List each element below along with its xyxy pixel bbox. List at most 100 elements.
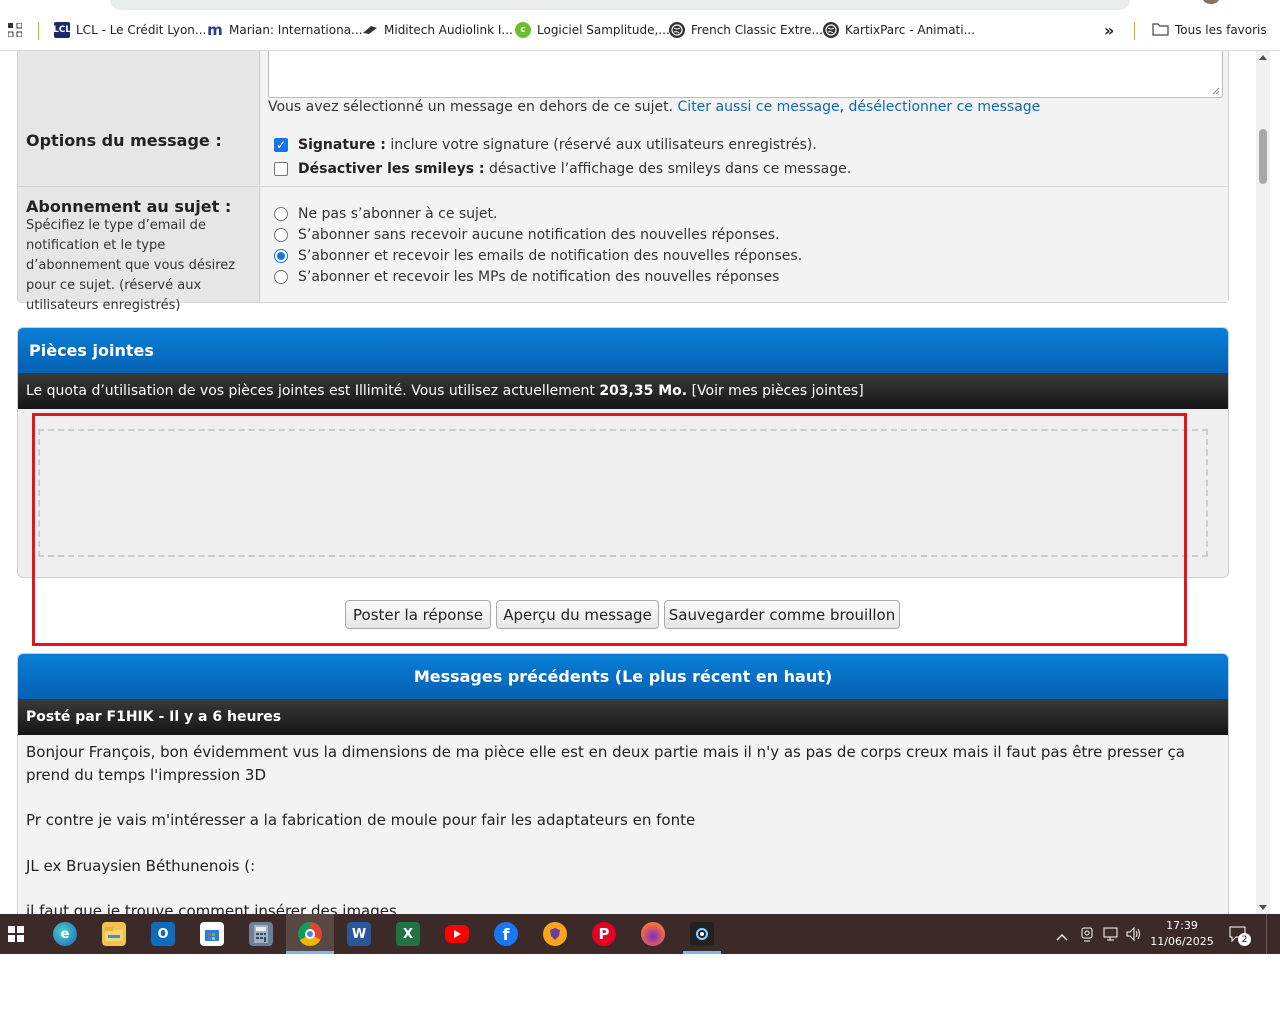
word-icon[interactable]: W: [347, 922, 371, 946]
chrome-icon[interactable]: [298, 922, 322, 946]
bookmark-label: KartixParc - Animati...: [845, 23, 976, 37]
selected-note-text: Vous avez sélectionné un message en deho…: [268, 99, 674, 115]
smileys-option: Désactiver les smileys : désactive l’aff…: [268, 157, 1221, 181]
all-favorites-folder[interactable]: Tous les favoris: [1152, 21, 1267, 39]
signature-description: inclure votre signature (réservé aux uti…: [390, 137, 817, 153]
view-attachments-link[interactable]: [Voir mes pièces jointes]: [692, 383, 864, 399]
outlook-icon[interactable]: O: [151, 922, 175, 946]
firefox-icon[interactable]: [641, 922, 665, 946]
browser-top-strip: [0, 0, 1280, 12]
chevron-double-right-icon: »: [1104, 20, 1115, 40]
post-paragraph: JL ex Bruaysien Béthunenois (:: [26, 857, 256, 875]
store-icon[interactable]: [200, 922, 224, 946]
bookmark-marian[interactable]: m Marian: Internationa...: [207, 21, 363, 39]
bookmark-lcl[interactable]: LCL LCL - Le Crédit Lyon...: [53, 21, 206, 39]
message-options-row: Options du message : Signature : inclure…: [17, 123, 1229, 187]
bookmark-label: Marian: Internationa...: [229, 23, 363, 37]
volume-icon[interactable]: [1126, 926, 1142, 946]
bookmark-label: Tous les favoris: [1175, 23, 1267, 37]
page-scrollbar[interactable]: [1256, 51, 1270, 914]
calculator-icon[interactable]: [249, 922, 273, 946]
subscription-label: Abonnement au sujet :: [26, 197, 232, 216]
message-textarea[interactable]: [268, 51, 1223, 98]
samplitude-icon: c: [515, 22, 531, 38]
youtube-icon[interactable]: [445, 925, 469, 943]
bookmarks-separator: [1134, 22, 1135, 40]
smileys-checkbox[interactable]: [274, 162, 288, 176]
bookmark-label: Miditech Audiolink I...: [384, 23, 513, 37]
subscription-option-label: S’abonner et recevoir les MPs de notific…: [298, 268, 780, 285]
miditech-icon: [362, 22, 378, 38]
subscription-option: S’abonner sans recevoir aucune notificat…: [268, 224, 1221, 245]
file-explorer-icon[interactable]: [102, 922, 126, 946]
options-value-cell: Signature : inclure votre signature (rés…: [261, 123, 1228, 186]
pinterest-icon[interactable]: P: [592, 922, 616, 946]
excel-icon[interactable]: X: [396, 922, 420, 946]
quota-text: Le quota d’utilisation de vos pièces joi…: [26, 383, 595, 399]
chrome-center-dot: [305, 929, 315, 939]
subscription-value-cell: Ne pas s’abonner à ce sujet. S’abonner s…: [261, 187, 1228, 302]
address-bar[interactable]: [110, 0, 1130, 10]
options-label-cell: Options du message :: [18, 123, 260, 186]
bookmark-french-classic[interactable]: French Classic Extre...: [669, 21, 823, 39]
subscription-radio-none[interactable]: [274, 206, 288, 221]
bookmark-kartixparc[interactable]: KartixParc - Animati...: [823, 21, 975, 39]
more-bookmarks-button[interactable]: »: [1104, 20, 1115, 40]
subscription-help: Spécifiez le type d’email de notificatio…: [26, 218, 236, 313]
facebook-icon[interactable]: f: [494, 922, 518, 946]
previous-messages-title: Messages précédents (Le plus récent en h…: [413, 667, 833, 686]
camera-icon[interactable]: [1080, 926, 1094, 946]
subscription-option: Ne pas s’abonner à ce sujet.: [268, 203, 1221, 224]
active-app-indicator: [683, 951, 721, 954]
message-value-cell: Vous avez sélectionné un message en deho…: [261, 51, 1228, 123]
lcl-icon: LCL: [53, 22, 71, 38]
bookmarks-bar: LCL LCL - Le Crédit Lyon... m Marian: In…: [0, 12, 1280, 51]
message-label-cell: [18, 51, 260, 123]
apps-grid-icon[interactable]: [8, 21, 22, 39]
scroll-up-icon[interactable]: [1259, 55, 1267, 60]
message-row: Vous avez sélectionné un message en deho…: [17, 51, 1229, 124]
taskbar: e O W X f P 17:39 11/06/2025 2: [0, 914, 1280, 954]
previous-messages-header: Messages précédents (Le plus récent en h…: [18, 654, 1228, 699]
page-content: Vous avez sélectionné un message en deho…: [0, 51, 1256, 914]
clock[interactable]: 17:39 11/06/2025: [1150, 918, 1214, 950]
subscription-option-label: Ne pas s’abonner à ce sujet.: [298, 205, 498, 222]
subscription-radio-email[interactable]: [274, 248, 288, 263]
brave-icon[interactable]: [543, 922, 567, 946]
signature-checkbox[interactable]: [274, 138, 288, 152]
profile-avatar[interactable]: [1203, 0, 1219, 4]
network-icon[interactable]: [1103, 926, 1119, 946]
bookmark-label: French Classic Extre...: [691, 23, 823, 37]
comma-text: ,: [839, 99, 845, 115]
post-paragraph: Pr contre je vais m'intéresser a la fabr…: [26, 811, 696, 829]
bookmark-miditech[interactable]: Miditech Audiolink I...: [362, 21, 513, 39]
edge-icon[interactable]: e: [53, 922, 77, 946]
marian-icon: m: [207, 21, 223, 39]
bookmark-samplitude[interactable]: c Logiciel Samplitude,...: [515, 21, 670, 39]
clock-date: 11/06/2025: [1150, 935, 1214, 948]
notification-count-badge: 2: [1238, 933, 1251, 946]
show-desktop-edge[interactable]: [1266, 914, 1267, 954]
subscription-option: S’abonner et recevoir les MPs de notific…: [268, 266, 1221, 287]
subscription-label-cell: Abonnement au sujet : Spécifiez le type …: [18, 187, 260, 313]
quote-message-link[interactable]: Citer aussi ce message: [678, 99, 840, 115]
subscription-radio-silent[interactable]: [274, 227, 288, 242]
notifications-icon[interactable]: 2: [1228, 924, 1251, 948]
subscription-option-label: S’abonner et recevoir les emails de noti…: [298, 247, 803, 264]
selected-message-note: Vous avez sélectionné un message en deho…: [268, 99, 1040, 115]
clock-time: 17:39: [1166, 919, 1198, 932]
globe-icon: [823, 22, 839, 38]
attachments-quota-bar: Le quota d’utilisation de vos pièces joi…: [18, 373, 1228, 409]
app-icon[interactable]: [690, 922, 714, 946]
deselect-message-link[interactable]: désélectionner ce message: [848, 99, 1040, 115]
post-header: Posté par F1HIK - Il y a 6 heures: [18, 699, 1228, 735]
subscription-option: S’abonner et recevoir les emails de noti…: [268, 245, 1221, 266]
globe-icon: [669, 22, 685, 38]
subscription-radio-pm[interactable]: [274, 269, 288, 284]
scroll-down-icon[interactable]: [1259, 905, 1267, 910]
signature-title: Signature :: [298, 137, 386, 153]
chevron-up-icon[interactable]: [1056, 927, 1068, 946]
resize-grip-icon[interactable]: [1211, 86, 1220, 95]
scrollbar-thumb[interactable]: [1259, 129, 1267, 184]
windows-start-icon[interactable]: [4, 922, 28, 946]
